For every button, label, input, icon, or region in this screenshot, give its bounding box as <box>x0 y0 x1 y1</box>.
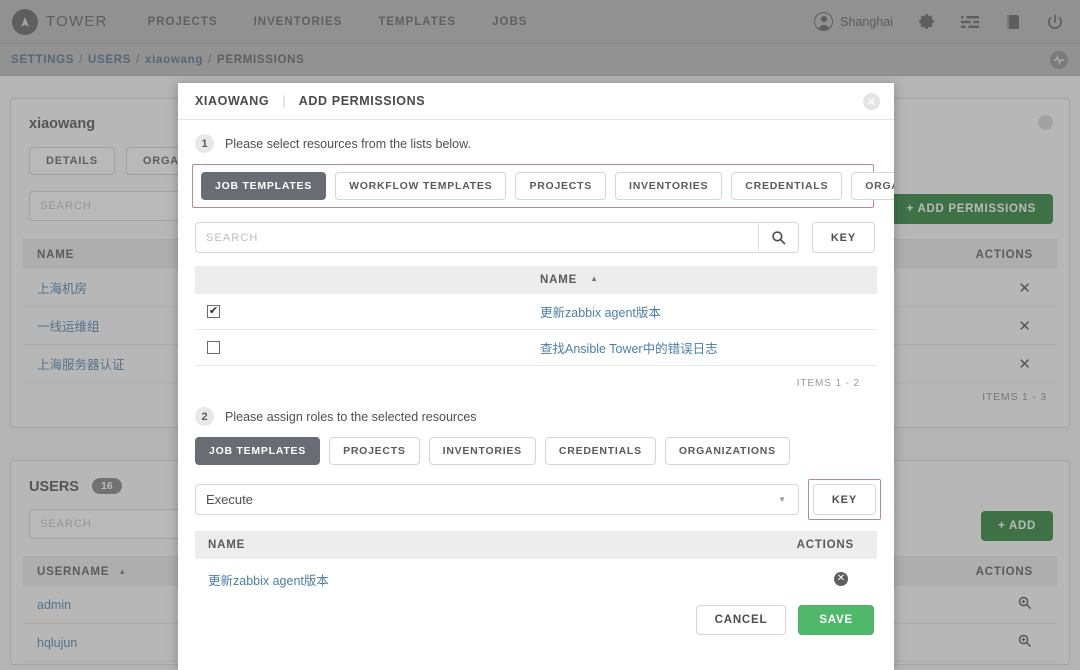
close-glyph: ✕ <box>866 94 877 109</box>
modal-title: XIAOWANG | ADD PERMISSIONS <box>195 94 425 108</box>
role-tab-inventories[interactable]: INVENTORIES <box>428 437 536 465</box>
row-checkbox[interactable] <box>207 341 220 354</box>
selected-table-header: NAME ACTIONS <box>195 531 877 559</box>
resource-table-header: NAME ▲ <box>195 266 877 294</box>
role-select-value: Execute <box>206 492 253 507</box>
step-1-number: 1 <box>195 134 214 153</box>
role-type-tabs: JOB TEMPLATES PROJECTS INVENTORIES CREDE… <box>195 437 894 465</box>
search-input[interactable] <box>196 231 758 244</box>
step-1-text: Please select resources from the lists b… <box>225 136 471 151</box>
col-name: NAME ▲ <box>540 274 599 286</box>
role-key-highlight: KEY <box>808 479 881 520</box>
role-select-row: Execute ▼ KEY <box>195 479 894 520</box>
table-row: 查找Ansible Tower中的错误日志 <box>195 330 877 366</box>
remove-icon[interactable]: ✕ <box>834 572 848 586</box>
tab-projects[interactable]: PROJECTS <box>515 172 607 200</box>
modal-title-action: ADD PERMISSIONS <box>298 94 426 108</box>
resource-name[interactable]: 查找Ansible Tower中的错误日志 <box>540 338 718 357</box>
items-count: ITEMS 1 - 2 <box>796 378 860 389</box>
role-tab-projects[interactable]: PROJECTS <box>329 437 420 465</box>
col-name-label: NAME <box>540 274 578 286</box>
add-permissions-modal: XIAOWANG | ADD PERMISSIONS ✕ 1 Please se… <box>178 83 894 670</box>
modal-title-user: XIAOWANG <box>195 94 270 108</box>
step-1-heading: 1 Please select resources from the lists… <box>178 120 894 153</box>
close-icon[interactable]: ✕ <box>863 93 880 110</box>
col-name: NAME <box>208 539 246 551</box>
tab-workflow-templates[interactable]: WORKFLOW TEMPLATES <box>335 172 507 200</box>
role-tab-organizations[interactable]: ORGANIZATIONS <box>664 437 790 465</box>
row-checkbox[interactable] <box>207 305 220 318</box>
modal-header: XIAOWANG | ADD PERMISSIONS ✕ <box>178 83 894 120</box>
screen: TOWER PROJECTS INVENTORIES TEMPLATES JOB… <box>0 0 1080 670</box>
resource-table: NAME ▲ 更新zabbix agent版本 查找Ansible Tower中… <box>195 266 877 389</box>
search-icon[interactable] <box>758 223 798 252</box>
tab-credentials[interactable]: CREDENTIALS <box>731 172 843 200</box>
selected-resource-name[interactable]: 更新zabbix agent版本 <box>208 570 329 589</box>
table-row: 更新zabbix agent版本 <box>195 294 877 330</box>
search-key-button[interactable]: KEY <box>812 222 875 253</box>
resource-search-row: KEY <box>195 222 894 253</box>
modal-title-separator: | <box>282 94 287 108</box>
resource-name[interactable]: 更新zabbix agent版本 <box>540 302 661 321</box>
role-tab-job-templates[interactable]: JOB TEMPLATES <box>195 437 321 465</box>
role-key-button[interactable]: KEY <box>813 484 876 515</box>
save-button[interactable]: SAVE <box>798 605 874 635</box>
step-2-number: 2 <box>195 407 214 426</box>
tab-organizations[interactable]: ORGANIZATIONS <box>851 172 894 200</box>
cancel-button[interactable]: CANCEL <box>695 605 787 635</box>
tab-inventories[interactable]: INVENTORIES <box>615 172 723 200</box>
table-row: 更新zabbix agent版本 ✕ <box>195 559 877 599</box>
sort-caret-icon[interactable]: ▲ <box>590 274 599 283</box>
step-2-text: Please assign roles to the selected reso… <box>225 409 477 424</box>
remove-glyph: ✕ <box>836 573 846 584</box>
role-tab-credentials[interactable]: CREDENTIALS <box>544 437 656 465</box>
step-2-heading: 2 Please assign roles to the selected re… <box>178 389 894 426</box>
chevron-down-icon[interactable]: ▼ <box>778 495 786 504</box>
modal-footer: CANCEL SAVE <box>178 605 894 635</box>
resource-type-tabs: JOB TEMPLATES WORKFLOW TEMPLATES PROJECT… <box>192 164 894 208</box>
selected-resources-table: NAME ACTIONS 更新zabbix agent版本 ✕ <box>195 531 877 599</box>
col-actions: ACTIONS <box>796 539 854 551</box>
tab-job-templates[interactable]: JOB TEMPLATES <box>201 172 327 200</box>
resource-search-field[interactable] <box>195 222 799 253</box>
role-select[interactable]: Execute ▼ <box>195 484 799 515</box>
